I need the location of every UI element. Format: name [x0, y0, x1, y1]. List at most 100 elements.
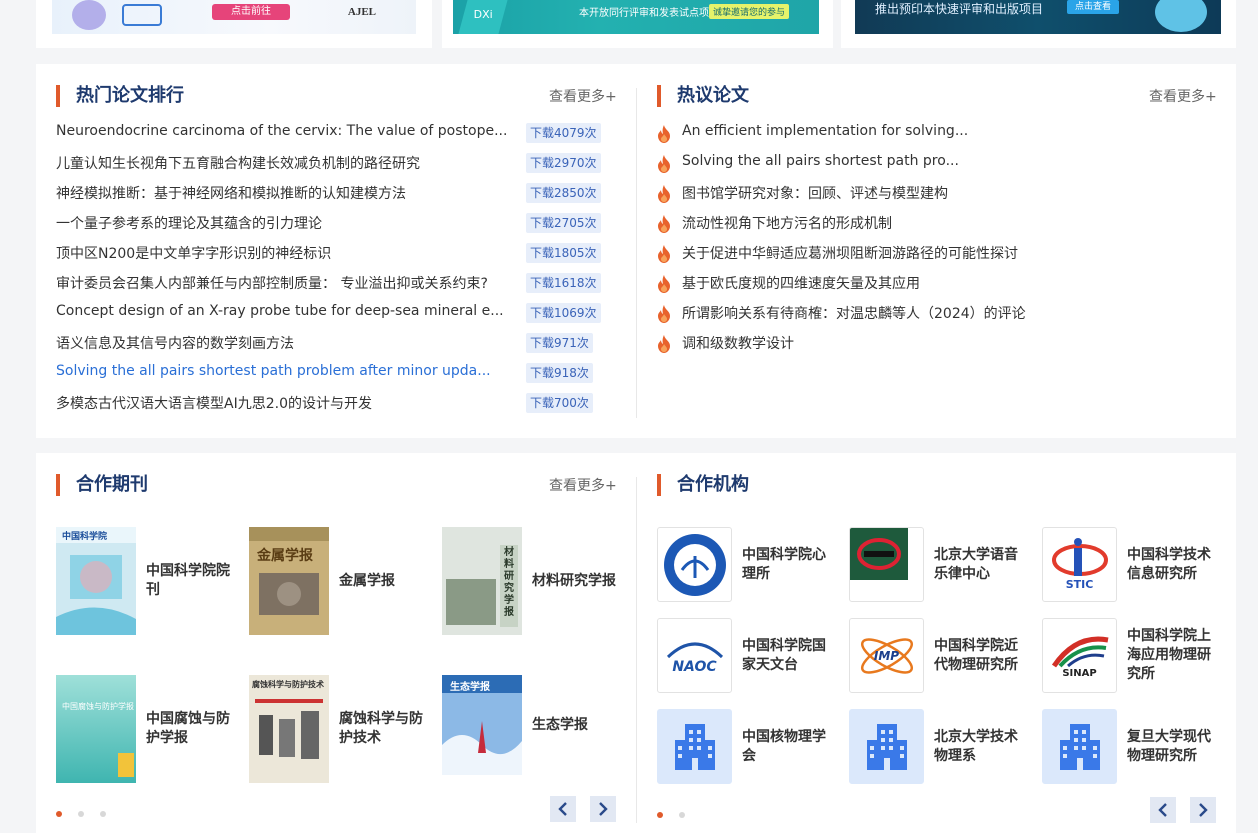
pagination-dot[interactable] — [56, 811, 62, 817]
paper-title-link[interactable]: 审计委员会召集人内部兼任与内部控制质量： 专业溢出抑或关系约束? — [56, 273, 488, 293]
institution-name[interactable]: 中国科学院近代物理研究所 — [934, 618, 1029, 693]
column-divider — [636, 477, 637, 823]
journal-cover[interactable]: 生态学报 — [442, 675, 522, 775]
hot-paper-row[interactable]: Neuroendocrine carcinoma of the cervix: … — [56, 120, 616, 150]
partners-section: 合作期刊 查看更多+ 中国科学院 中国科学院院刊 金属学报 金属学报 材料研究学… — [36, 453, 1236, 833]
download-count-badge: 下载1069次 — [526, 303, 601, 323]
paper-title-link[interactable]: Solving the all pairs shortest path pro.… — [682, 153, 959, 169]
paper-title-link[interactable]: 基于欧氏度规的四维速度矢量及其应用 — [682, 273, 920, 293]
journal-cover[interactable]: 金属学报 — [249, 527, 329, 635]
journals-prev-button[interactable] — [550, 796, 576, 822]
discussed-row[interactable]: Solving the all pairs shortest path pro.… — [657, 150, 1217, 180]
discussed-row[interactable]: 流动性视角下地方污名的形成机制 — [657, 210, 1217, 240]
journal-cover[interactable]: 材料研究学报 — [442, 527, 522, 635]
journal-name[interactable]: 生态学报 — [532, 675, 620, 775]
hot-paper-row[interactable]: 多模态古代汉语大语言模型AI九思2.0的设计与开发 下载700次 — [56, 390, 616, 420]
institution-card[interactable]: IMP 中国科学院近代物理研究所 — [849, 618, 1029, 693]
paper-title-link[interactable]: 调和级数教学设计 — [682, 333, 794, 353]
discussed-more-link[interactable]: 查看更多+ — [1149, 86, 1217, 106]
journal-name[interactable]: 中国科学院院刊 — [146, 527, 234, 635]
discussed-row[interactable]: 关于促进中华鲟适应葛洲坝阻断洄游路径的可能性探讨 — [657, 240, 1217, 270]
journal-name[interactable]: 材料研究学报 — [532, 527, 620, 635]
banner-go-button[interactable]: 点击前往 — [212, 4, 290, 20]
paper-title-link[interactable]: 一个量子参考系的理论及其蕴含的引力理论 — [56, 213, 322, 233]
journal-cover[interactable]: 腐蚀科学与防护技术 — [249, 675, 329, 783]
discussed-row[interactable]: 所谓影响关系有待商榷：对温忠麟等人（2024）的评论 — [657, 300, 1217, 330]
paper-title-link[interactable]: 儿童认知生长视角下五育融合构建长效减负机制的路径研究 — [56, 153, 420, 173]
banner-card-3[interactable]: 推出预印本快速评审和出版项目 点击查看 — [841, 0, 1236, 48]
institution-card[interactable]: NAOC 中国科学院国家天文台 — [657, 618, 837, 693]
paper-title-link[interactable]: 神经模拟推断：基于神经网络和模拟推断的认知建模方法 — [56, 183, 406, 203]
institution-card[interactable]: 复旦大学现代物理研究所 — [1042, 709, 1222, 784]
istic-logo: STIC — [1042, 527, 1117, 602]
journals-next-button[interactable] — [590, 796, 616, 822]
journal-cover[interactable]: 中国腐蚀与防护学报 — [56, 675, 136, 783]
banner-image-1[interactable]: 点击前往 AJEL — [52, 0, 416, 34]
download-count-badge: 下载2705次 — [526, 213, 601, 233]
journal-card[interactable]: 中国腐蚀与防护学报 中国腐蚀与防护学报 — [56, 675, 236, 783]
journal-cover[interactable]: 中国科学院 — [56, 527, 136, 635]
fire-icon — [657, 185, 671, 203]
journal-name[interactable]: 金属学报 — [339, 527, 427, 635]
institution-card[interactable]: 中国核物理学会 — [657, 709, 837, 784]
hot-paper-row[interactable]: 儿童认知生长视角下五育融合构建长效减负机制的路径研究 下载2970次 — [56, 150, 616, 180]
institution-name[interactable]: 中国核物理学会 — [742, 709, 837, 784]
institutions-prev-button[interactable] — [1150, 797, 1176, 823]
institution-name[interactable]: 北京大学技术物理系 — [934, 709, 1029, 784]
journal-name[interactable]: 中国腐蚀与防护学报 — [146, 675, 234, 783]
hot-paper-row[interactable]: Concept design of an X-ray probe tube fo… — [56, 300, 616, 330]
hot-paper-row[interactable]: 顶中区N200是中文单字字形识别的神经标识 下载1805次 — [56, 240, 616, 270]
paper-title-link[interactable]: 流动性视角下地方污名的形成机制 — [682, 213, 892, 233]
banner-view-button[interactable]: 点击查看 — [1067, 0, 1120, 14]
hot-paper-row[interactable]: 语义信息及其信号内容的数学刻画方法 下载971次 — [56, 330, 616, 360]
journal-card[interactable]: 材料研究学报 材料研究学报 — [442, 527, 622, 635]
institution-name[interactable]: 复旦大学现代物理研究所 — [1127, 709, 1222, 784]
pagination-dot[interactable] — [100, 811, 106, 817]
institution-card[interactable]: 中国科学院心理所 — [657, 527, 837, 602]
banner-card-1[interactable]: 点击前往 AJEL — [36, 0, 432, 48]
journal-card[interactable]: 生态学报 生态学报 — [442, 675, 622, 783]
chevron-left-icon — [558, 802, 567, 816]
paper-title-link[interactable]: Solving the all pairs shortest path prob… — [56, 363, 491, 379]
paper-title-link[interactable]: 图书馆学研究对象：回顾、评述与模型建构 — [682, 183, 948, 203]
paper-title-link[interactable]: 顶中区N200是中文单字字形识别的神经标识 — [56, 243, 331, 263]
banner-image-2[interactable]: DXi 本开放同行评审和发表试点项目 诚挚邀请您的参与 — [453, 0, 819, 34]
pagination-dot[interactable] — [679, 812, 685, 818]
institution-card[interactable]: 北京大学语音乐律中心 — [849, 527, 1029, 602]
institution-name[interactable]: 中国科学院上海应用物理研究所 — [1127, 618, 1222, 693]
institution-name[interactable]: 中国科学院心理所 — [742, 527, 837, 602]
banner-text: 本开放同行评审和发表试点项目 — [579, 8, 719, 19]
paper-title-link[interactable]: 多模态古代汉语大语言模型AI九思2.0的设计与开发 — [56, 393, 372, 413]
paper-title-link[interactable]: Neuroendocrine carcinoma of the cervix: … — [56, 123, 507, 139]
paper-title-link[interactable]: 语义信息及其信号内容的数学刻画方法 — [56, 333, 294, 353]
journal-name[interactable]: 腐蚀科学与防护技术 — [339, 675, 427, 783]
institution-card[interactable]: STIC 中国科学技术信息研究所 — [1042, 527, 1222, 602]
institution-name[interactable]: 北京大学语音乐律中心 — [934, 527, 1029, 602]
pagination-dot[interactable] — [657, 812, 663, 818]
paper-title-link[interactable]: 关于促进中华鲟适应葛洲坝阻断洄游路径的可能性探讨 — [682, 243, 1018, 263]
discussed-row[interactable]: 图书馆学研究对象：回顾、评述与模型建构 — [657, 180, 1217, 210]
paper-title-link[interactable]: Concept design of an X-ray probe tube fo… — [56, 303, 504, 319]
hot-paper-row[interactable]: 神经模拟推断：基于神经网络和模拟推断的认知建模方法 下载2850次 — [56, 180, 616, 210]
discussed-row[interactable]: 调和级数教学设计 — [657, 330, 1217, 360]
journal-card[interactable]: 金属学报 金属学报 — [249, 527, 429, 635]
discussed-row[interactable]: An efficient implementation for solving.… — [657, 120, 1217, 150]
discussed-row[interactable]: 基于欧氏度规的四维速度矢量及其应用 — [657, 270, 1217, 300]
institution-name[interactable]: 中国科学院国家天文台 — [742, 618, 837, 693]
paper-title-link[interactable]: 所谓影响关系有待商榷：对温忠麟等人（2024）的评论 — [682, 303, 1026, 323]
pagination-dot[interactable] — [78, 811, 84, 817]
banner-image-3[interactable]: 推出预印本快速评审和出版项目 点击查看 — [855, 0, 1221, 34]
journal-card[interactable]: 中国科学院 中国科学院院刊 — [56, 527, 236, 635]
institution-name[interactable]: 中国科学技术信息研究所 — [1127, 527, 1222, 602]
journal-card[interactable]: 腐蚀科学与防护技术 腐蚀科学与防护技术 — [249, 675, 429, 783]
banner-card-2[interactable]: DXi 本开放同行评审和发表试点项目 诚挚邀请您的参与 — [442, 0, 833, 48]
hot-paper-row[interactable]: 审计委员会召集人内部兼任与内部控制质量： 专业溢出抑或关系约束? 下载1618次 — [56, 270, 616, 300]
paper-title-link[interactable]: An efficient implementation for solving.… — [682, 123, 968, 139]
journals-more-link[interactable]: 查看更多+ — [549, 475, 617, 495]
hot-paper-row[interactable]: Solving the all pairs shortest path prob… — [56, 360, 616, 390]
institution-card[interactable]: 北京大学技术物理系 — [849, 709, 1029, 784]
institutions-next-button[interactable] — [1190, 797, 1216, 823]
hot-paper-row[interactable]: 一个量子参考系的理论及其蕴含的引力理论 下载2705次 — [56, 210, 616, 240]
hot-papers-more-link[interactable]: 查看更多+ — [549, 86, 617, 106]
institution-card[interactable]: SINAP 中国科学院上海应用物理研究所 — [1042, 618, 1222, 693]
